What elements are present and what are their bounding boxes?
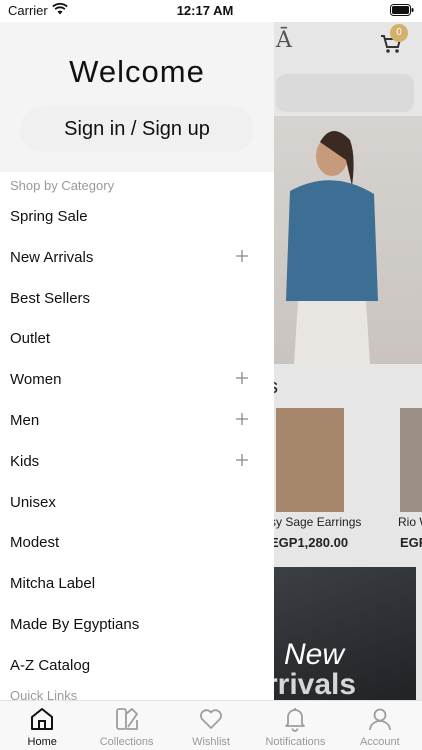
- menu-item-label: Mitcha Label: [10, 575, 96, 593]
- tab-home[interactable]: Home: [0, 701, 84, 750]
- tab-account[interactable]: Account: [338, 701, 422, 750]
- status-bar: Carrier 12:17 AM: [0, 0, 422, 22]
- plus-icon[interactable]: [236, 412, 248, 425]
- hero-model-image: [286, 130, 378, 364]
- search-bar[interactable]: [276, 74, 414, 112]
- menu-item-label: Made By Egyptians: [10, 615, 140, 633]
- menu-item-men[interactable]: Men: [0, 401, 274, 442]
- plus-icon[interactable]: [236, 372, 248, 385]
- menu-item-kids[interactable]: Kids: [0, 442, 274, 483]
- menu-item-label: Outlet: [10, 330, 51, 348]
- menu-item-label: Unisex: [10, 493, 56, 511]
- tab-notifications[interactable]: Notifications: [253, 701, 337, 750]
- product-image[interactable]: [400, 408, 422, 512]
- tab-collections[interactable]: Collections: [84, 701, 168, 750]
- side-drawer: Welcome Sign in / Sign up Shop by Catego…: [0, 22, 274, 700]
- menu-item-spring-sale[interactable]: Spring Sale: [0, 197, 274, 238]
- collections-icon: [115, 708, 138, 730]
- section-label-shop-by-category: Shop by Category: [10, 178, 115, 193]
- menu-item-label: New Arrivals: [10, 248, 94, 266]
- menu-item-made-by-egyptians[interactable]: Made By Egyptians: [0, 605, 274, 646]
- product-price: EGF: [400, 535, 422, 550]
- plus-icon[interactable]: [236, 453, 248, 466]
- product-name[interactable]: Rio W: [398, 515, 422, 529]
- menu-item-label: Modest: [10, 534, 60, 552]
- menu-item-label: Best Sellers: [10, 289, 91, 307]
- menu-item-new-arrivals[interactable]: New Arrivals: [0, 238, 274, 279]
- tab-label: Account: [359, 736, 400, 748]
- menu-item-women[interactable]: Women: [0, 360, 274, 401]
- menu-item-unisex[interactable]: Unisex: [0, 483, 274, 524]
- heart-icon: [200, 709, 222, 729]
- status-time: 12:17 AM: [176, 3, 234, 18]
- tab-label: Wishlist: [192, 736, 230, 748]
- cart-badge: 0: [390, 24, 408, 42]
- product-name[interactable]: sy Sage Earrings: [270, 515, 361, 529]
- menu-item-label: A-Z Catalog: [10, 656, 91, 674]
- account-icon: [368, 708, 391, 731]
- plus-icon[interactable]: [236, 249, 248, 262]
- section-label-quick-links: Quick Links: [10, 688, 78, 700]
- bell-icon: [285, 708, 306, 732]
- banner-text: rrivals: [266, 668, 357, 701]
- tab-label: Collections: [99, 736, 154, 748]
- menu-item-a-z-catalog[interactable]: A-Z Catalog: [0, 646, 274, 687]
- menu-item-label: Spring Sale: [10, 208, 88, 225]
- bottom-tab-bar: Home Collections Wishlist Notifications …: [0, 700, 422, 750]
- menu-item-outlet[interactable]: Outlet: [0, 319, 274, 360]
- brand-logo: Ā: [276, 28, 292, 53]
- menu-item-label: Men: [10, 411, 40, 429]
- hero-image[interactable]: [270, 116, 422, 364]
- drawer-header: Welcome Sign in / Sign up: [0, 22, 274, 172]
- product-price: EGP1,280.00: [270, 535, 349, 550]
- menu-item-modest[interactable]: Modest: [0, 523, 274, 564]
- menu-item-label: Kids: [10, 452, 40, 470]
- menu-item-label: Women: [10, 371, 62, 389]
- battery-icon: [390, 4, 414, 16]
- category-menu: Spring Sale New Arrivals Best Sellers Ou…: [0, 197, 274, 687]
- menu-item-best-sellers[interactable]: Best Sellers: [0, 279, 274, 320]
- tab-wishlist[interactable]: Wishlist: [169, 701, 253, 750]
- banner-text: New: [284, 638, 345, 671]
- sign-in-button[interactable]: Sign in / Sign up: [20, 106, 254, 152]
- menu-item-mitcha-label[interactable]: Mitcha Label: [0, 564, 274, 605]
- tab-label: Home: [27, 736, 57, 748]
- welcome-title: Welcome: [69, 54, 205, 89]
- tab-label: Notifications: [265, 736, 326, 748]
- product-image[interactable]: [276, 408, 344, 512]
- home-icon: [31, 708, 54, 730]
